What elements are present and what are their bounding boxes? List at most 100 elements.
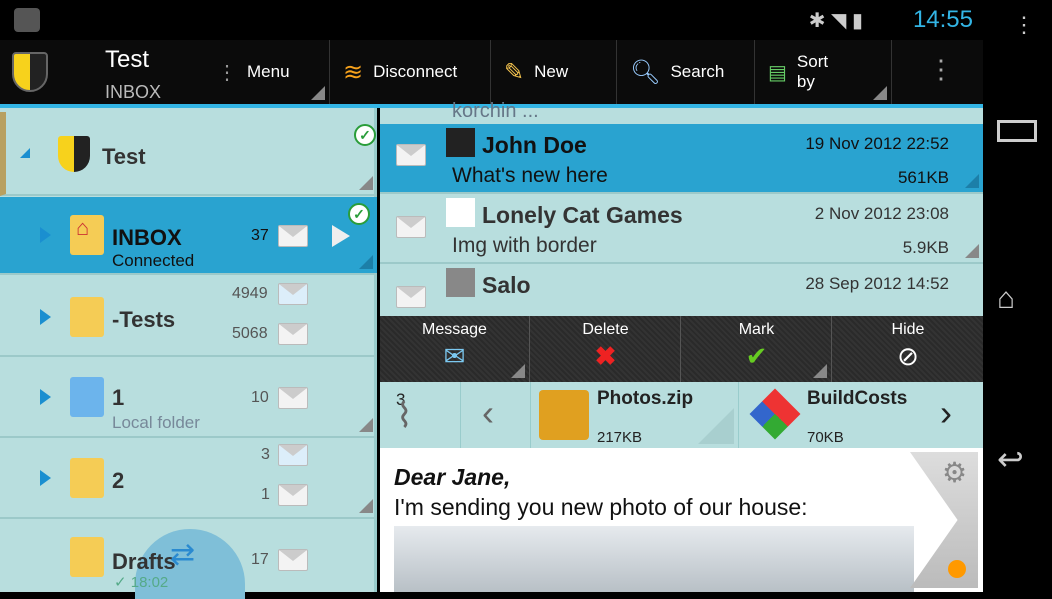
avatar xyxy=(446,268,475,297)
attachment-envelope-icon xyxy=(396,286,426,308)
message-body: Dear Jane, I'm sending you new photo of … xyxy=(380,448,983,592)
envelope-icon xyxy=(278,387,308,409)
new-count: 3 xyxy=(261,446,270,463)
disconnect-label: Disconnect xyxy=(373,62,458,81)
scroll-right-icon[interactable]: › xyxy=(940,392,952,434)
hide-label: Hide xyxy=(891,321,925,338)
mark-button[interactable]: Mark ✔ xyxy=(682,316,832,382)
folder-name: Test xyxy=(102,144,146,169)
attachment-size: 217KB xyxy=(597,429,643,446)
sync-icon[interactable]: ⇄ xyxy=(170,537,195,572)
envelope-icon xyxy=(278,323,308,345)
subject: What's new here xyxy=(452,164,608,187)
message-row[interactable]: John Doe 19 Nov 2012 22:52 What's new he… xyxy=(380,124,983,194)
attachment-name: BuildCosts xyxy=(807,388,908,409)
message-count: 5068 xyxy=(232,325,268,342)
delete-icon: ✖ xyxy=(594,341,617,371)
folder-row-2[interactable]: 2 3 1 xyxy=(0,438,377,519)
settings-icon[interactable]: ⚙ xyxy=(942,456,967,489)
new-button[interactable]: ✎ New xyxy=(492,40,617,104)
folder-name: Drafts xyxy=(112,549,176,574)
unread-dot xyxy=(948,560,966,578)
search-label: Search xyxy=(670,62,725,81)
menu-button[interactable]: ⋮ Menu xyxy=(205,40,330,104)
date: 28 Sep 2012 14:52 xyxy=(805,274,949,293)
folder-row-drafts[interactable]: Drafts ✓ 18:02 ⇄ 17 xyxy=(0,519,377,599)
message-row[interactable]: Lonely Cat Games 2 Nov 2012 23:08 Img wi… xyxy=(380,194,983,264)
avatar xyxy=(446,128,475,157)
status-bar: ✱ ◥ ▮ 14:55 xyxy=(0,0,983,40)
overflow-icon[interactable]: ⋮ xyxy=(1013,14,1035,36)
action-bar: Test INBOX ⋮ Menu ≋ Disconnect ✎ New 🔍︎ Sear… xyxy=(0,40,983,104)
spreadsheet-file-icon xyxy=(749,388,801,440)
sender: Lonely Cat Games xyxy=(482,202,683,228)
clock: 14:55 xyxy=(912,6,973,33)
sort-icon: ▤ xyxy=(768,61,787,84)
new-label: New xyxy=(534,62,569,81)
wifi-off-icon: ≋ xyxy=(343,58,364,86)
folder-name: INBOX xyxy=(112,225,182,250)
local-folder-icon xyxy=(70,377,104,417)
eye-off-icon: ⊘ xyxy=(897,341,919,371)
new-mail-icon xyxy=(278,283,308,305)
compose-icon: ✎ xyxy=(504,58,525,86)
shield-icon xyxy=(58,136,90,172)
folder-subtitle: INBOX xyxy=(105,82,162,102)
folder-icon xyxy=(70,297,104,337)
size: 561KB xyxy=(897,168,949,187)
overflow-menu-icon[interactable]: ⋮ xyxy=(928,54,954,85)
date: 19 Nov 2012 22:52 xyxy=(805,134,949,153)
folder-name: 1 xyxy=(112,385,125,410)
body-text: I'm sending you new photo of our house: xyxy=(394,494,808,520)
folder-row-tests[interactable]: -Tests 4949 5068 xyxy=(0,277,377,357)
mark-label: Mark xyxy=(738,321,775,338)
folder-icon xyxy=(70,458,104,498)
attachments-bar: 3 ⌇ ‹ Photos.zip 217KB BuildCosts 70KB › xyxy=(380,382,983,448)
folder-status: Connected xyxy=(112,251,195,270)
folder-row-inbox[interactable]: ⌂ INBOX Connected 37 ✓ xyxy=(0,197,377,275)
menu-icon: ⋮ xyxy=(217,61,237,84)
date: 2 Nov 2012 23:08 xyxy=(814,204,949,223)
search-icon: 🔍︎ xyxy=(630,58,661,86)
delete-button[interactable]: Delete ✖ xyxy=(531,316,681,382)
size: 5.9KB xyxy=(902,238,949,257)
search-button[interactable]: 🔍︎ Search xyxy=(618,40,755,104)
account-row[interactable]: Test ✓ xyxy=(0,112,377,196)
attachment-star-envelope-icon xyxy=(396,144,426,166)
envelope-icon xyxy=(396,216,426,238)
new-mail-icon xyxy=(278,444,308,466)
message-row[interactable]: Salo 28 Sep 2012 14:52 xyxy=(380,264,983,316)
attachment-name: Photos.zip xyxy=(597,388,694,409)
message-count: 17 xyxy=(251,551,269,568)
disconnect-button[interactable]: ≋ Disconnect xyxy=(331,40,491,104)
message-button[interactable]: Message ✉ xyxy=(380,316,530,382)
recents-icon[interactable] xyxy=(997,120,1037,142)
attachment-item[interactable]: Photos.zip 217KB xyxy=(530,382,738,448)
hide-button[interactable]: Hide ⊘ xyxy=(833,316,983,382)
sender: John Doe xyxy=(482,132,587,158)
drafts-folder-icon xyxy=(70,537,104,577)
back-icon[interactable]: ↩ xyxy=(997,440,1024,478)
account-title: Test xyxy=(105,46,150,73)
scroll-left-icon[interactable]: ‹ xyxy=(482,392,494,434)
envelope-icon xyxy=(278,549,308,571)
sender: Salo xyxy=(482,272,531,298)
delete-label: Delete xyxy=(582,321,629,338)
attachment-item[interactable]: BuildCosts 70KB xyxy=(738,382,916,448)
home-icon[interactable]: ⌂ xyxy=(997,282,1015,316)
shield-icon[interactable] xyxy=(12,52,48,92)
envelope-icon xyxy=(278,484,308,506)
new-count: 4949 xyxy=(232,285,268,302)
zip-file-icon xyxy=(539,390,589,440)
folder-row-1[interactable]: 1 Local folder 10 xyxy=(0,357,377,438)
avatar xyxy=(446,198,475,227)
sort-button[interactable]: ▤ Sort by xyxy=(756,40,892,104)
collapse-icon[interactable] xyxy=(20,148,30,158)
play-icon[interactable] xyxy=(332,225,350,247)
home-folder-icon: ⌂ xyxy=(70,215,104,255)
paperclip-icon: ⌇ xyxy=(396,397,413,435)
envelope-icon xyxy=(278,225,308,247)
nav-bar: ⋮ ⌂ ↩ xyxy=(983,0,1052,592)
check-icon: ✓ xyxy=(354,124,376,146)
message-toolbar: Message ✉ Delete ✖ Mark ✔ Hide ⊘ xyxy=(380,316,983,382)
